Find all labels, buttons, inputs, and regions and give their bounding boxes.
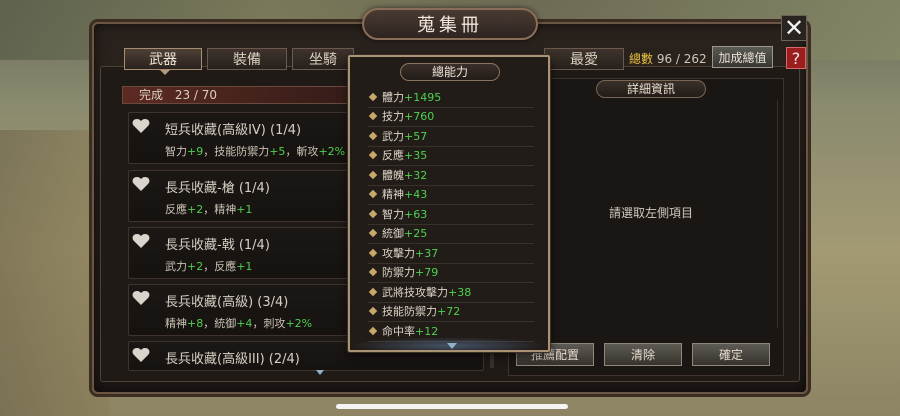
help-icon[interactable]: ? xyxy=(786,47,806,69)
diamond-icon xyxy=(368,228,378,238)
confirm-button[interactable]: 確定 xyxy=(692,343,770,366)
diamond-icon xyxy=(368,267,378,277)
stat-row: 武將技攻擊力+38 xyxy=(368,284,534,303)
diamond-icon xyxy=(368,209,378,219)
tab-mounts[interactable]: 坐騎 xyxy=(292,48,354,70)
scroll-down-icon[interactable] xyxy=(447,343,457,349)
total-label: 總數 xyxy=(629,52,654,66)
stat-row: 體魄+32 xyxy=(368,167,534,186)
diamond-icon xyxy=(368,248,378,258)
stat-row: 統御+25 xyxy=(368,225,534,244)
diamond-icon xyxy=(368,150,378,160)
diamond-icon xyxy=(368,189,378,199)
diamond-icon xyxy=(368,131,378,141)
stat-row: 精神+43 xyxy=(368,186,534,205)
detail-title: 詳細資訊 xyxy=(596,80,706,98)
item-title: 長兵收藏(高級) (3/4) xyxy=(165,295,289,310)
stat-row: 智力+63 xyxy=(368,206,534,225)
total-value: 96 / 262 xyxy=(656,52,707,66)
heart-icon[interactable] xyxy=(132,118,150,134)
diamond-icon xyxy=(368,92,378,102)
stat-row: 體力+1495 xyxy=(368,89,534,108)
diamond-icon xyxy=(368,326,378,336)
stat-row: 技能防禦力+72 xyxy=(368,303,534,322)
heart-icon[interactable] xyxy=(132,290,150,306)
heart-icon[interactable] xyxy=(132,233,150,249)
stat-row: 反應+35 xyxy=(368,147,534,166)
item-title: 短兵收藏(高級IV) (1/4) xyxy=(165,123,302,138)
item-title: 長兵收藏-槍 (1/4) xyxy=(165,181,270,196)
diamond-icon xyxy=(368,306,378,316)
stat-row: 武力+57 xyxy=(368,128,534,147)
close-icon[interactable]: ✕ xyxy=(781,15,807,41)
stat-row: 攻擊力+37 xyxy=(368,245,534,264)
active-tab-caret-icon xyxy=(160,70,170,75)
clear-button[interactable]: 清除 xyxy=(604,343,682,366)
popup-title: 總能力 xyxy=(400,63,500,81)
stat-row: 防禦力+79 xyxy=(368,264,534,283)
completion-value: 23 / 70 xyxy=(174,88,218,102)
item-title: 長兵收藏-戟 (1/4) xyxy=(165,238,270,253)
detail-empty-text: 請選取左側項目 xyxy=(609,206,694,220)
tab-equipment[interactable]: 裝備 xyxy=(207,48,287,70)
add-total-button[interactable]: 加成總值 xyxy=(712,46,773,68)
diamond-icon xyxy=(368,111,378,121)
home-indicator[interactable] xyxy=(336,404,568,409)
item-stats: 智力+9，技能防禦力+5，斬攻+2% xyxy=(165,145,346,158)
stat-row: 技力+760 xyxy=(368,108,534,127)
scroll-down-icon xyxy=(316,370,324,375)
completion-label: 完成 xyxy=(139,88,164,102)
item-stats: 反應+2，精神+1 xyxy=(165,203,253,216)
item-stats: 武力+2，反應+1 xyxy=(165,260,253,273)
item-stats: 精神+8，統御+4，刺攻+2% xyxy=(165,317,313,330)
diamond-icon xyxy=(368,170,378,180)
diamond-icon xyxy=(368,287,378,297)
total-count: 總數 96 / 262 xyxy=(629,50,707,68)
total-power-popup: 總能力 體力+1495 技力+760 武力+57 反應+35 體魄+32 精神+… xyxy=(348,55,550,352)
heart-icon[interactable] xyxy=(132,176,150,192)
window-title: 蒐集冊 xyxy=(362,8,538,40)
tab-favorites[interactable]: 最愛 xyxy=(544,48,624,70)
item-title: 長兵收藏(高級III) (2/4) xyxy=(165,352,300,367)
tab-weapons[interactable]: 武器 xyxy=(124,48,202,70)
heart-icon[interactable] xyxy=(132,347,150,363)
